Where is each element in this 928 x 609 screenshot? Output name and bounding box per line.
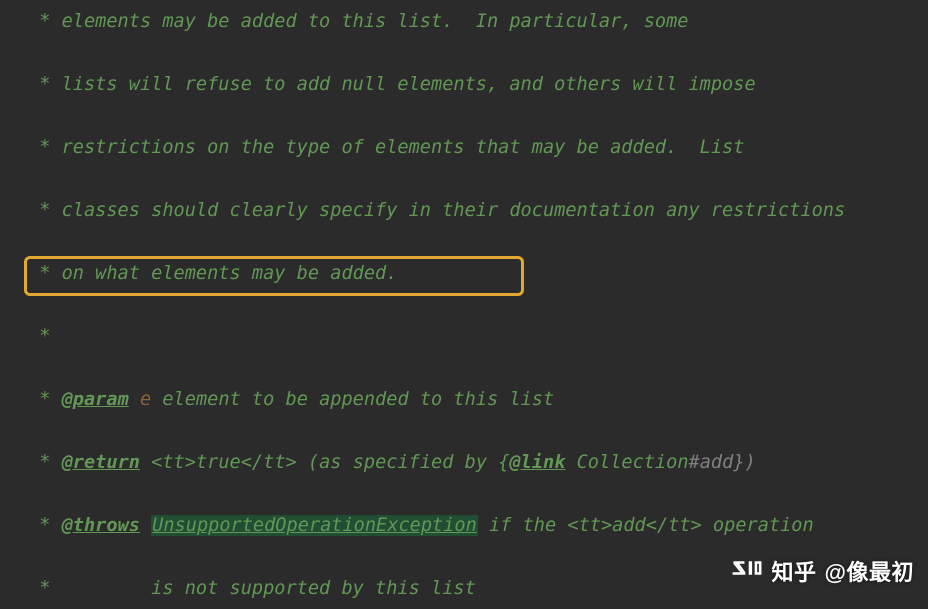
zhihu-handle: @像最初 xyxy=(825,555,914,587)
doc-return-line: * @return <tt>true</tt> (as specified by… xyxy=(0,447,928,479)
zhihu-logo-icon xyxy=(730,558,764,584)
zhihu-brand-text: 知乎 xyxy=(772,555,817,587)
doc-param-line: * @param e element to be appended to thi… xyxy=(0,384,928,416)
doc-line: * xyxy=(0,321,928,353)
doc-line: * lists will refuse to add null elements… xyxy=(0,69,928,101)
doc-line: * restrictions on the type of elements t… xyxy=(0,132,928,164)
doc-line: * on what elements may be added. xyxy=(0,258,928,290)
javadoc-block: * elements may be added to this list. In… xyxy=(0,0,928,609)
return-tag: @return xyxy=(62,452,140,473)
zhihu-watermark: 知乎 @像最初 xyxy=(730,555,914,587)
param-name: e xyxy=(140,389,151,410)
code-editor-viewport: * elements may be added to this list. In… xyxy=(0,0,928,609)
param-tag: @param xyxy=(62,389,129,410)
doc-line: * elements may be added to this list. In… xyxy=(0,6,928,38)
throws-tag: @throws xyxy=(62,515,140,536)
doc-line: * classes should clearly specify in thei… xyxy=(0,195,928,227)
doc-throws-line-1: * @throws UnsupportedOperationException … xyxy=(0,510,928,542)
selected-exception[interactable]: UnsupportedOperationException xyxy=(151,515,478,536)
link-tag: @link xyxy=(509,452,565,473)
